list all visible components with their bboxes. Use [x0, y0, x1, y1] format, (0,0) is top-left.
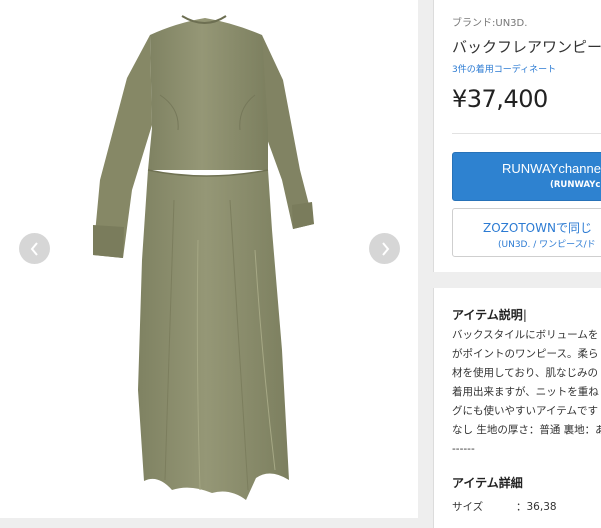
description-title-text: アイテム説明: [452, 308, 523, 322]
next-image-button[interactable]: [369, 233, 400, 264]
zozotown-button-label: ZOZOTOWNで同じ: [483, 221, 592, 235]
description-line: なし 生地の厚さ：普通 裏地：あ: [452, 424, 601, 436]
size-value: ：36,38: [516, 501, 557, 513]
brand-label: ブランド:UN3D.: [452, 18, 528, 29]
description-title: アイテム説明|: [452, 306, 527, 323]
description-body: バックスタイルにボリュームを がポイントのワンピース。柔ら 材を使用しており、肌…: [452, 326, 601, 459]
coordinate-link[interactable]: 3件の着用コーディネート: [452, 62, 556, 75]
description-line: ------: [452, 443, 475, 455]
item-description-card: アイテム説明| バックスタイルにボリュームを がポイントのワンピース。柔ら 材を…: [433, 288, 601, 528]
details-title: アイテム詳細: [452, 476, 523, 490]
product-info-card: ブランド:UN3D. バックフレアワンピース 3件の着用コーディネート ¥37,…: [433, 0, 601, 272]
product-image: [93, 15, 314, 500]
description-line: バックスタイルにボリュームを: [452, 329, 599, 341]
runway-button-sublabel: (RUNWAYch: [550, 180, 601, 190]
description-line: グにも使いやすいアイテムです: [452, 405, 598, 417]
runway-purchase-button[interactable]: RUNWAYchannel (RUNWAYch: [452, 152, 601, 201]
zozotown-button-sublabel: (UN3D. / ワンピース/ド: [498, 240, 596, 250]
chevron-left-icon: [30, 241, 38, 256]
zozotown-button[interactable]: ZOZOTOWNで同じ (UN3D. / ワンピース/ド: [452, 208, 601, 257]
text-cursor: |: [522, 308, 527, 322]
product-name: バックフレアワンピース: [452, 38, 601, 56]
product-image-gallery: [0, 0, 418, 518]
description-line: 着用出来ますが、ニットを重ね: [452, 386, 599, 398]
description-line: 材を使用しており、肌なじみの: [452, 367, 598, 379]
product-price: ¥37,400: [452, 85, 548, 113]
description-line: がポイントのワンピース。柔ら: [452, 348, 599, 360]
divider: [452, 133, 601, 134]
runway-button-label: RUNWAYchannel: [502, 161, 601, 176]
prev-image-button[interactable]: [19, 233, 50, 264]
chevron-right-icon: [381, 241, 389, 256]
size-label: サイズ: [452, 501, 484, 513]
